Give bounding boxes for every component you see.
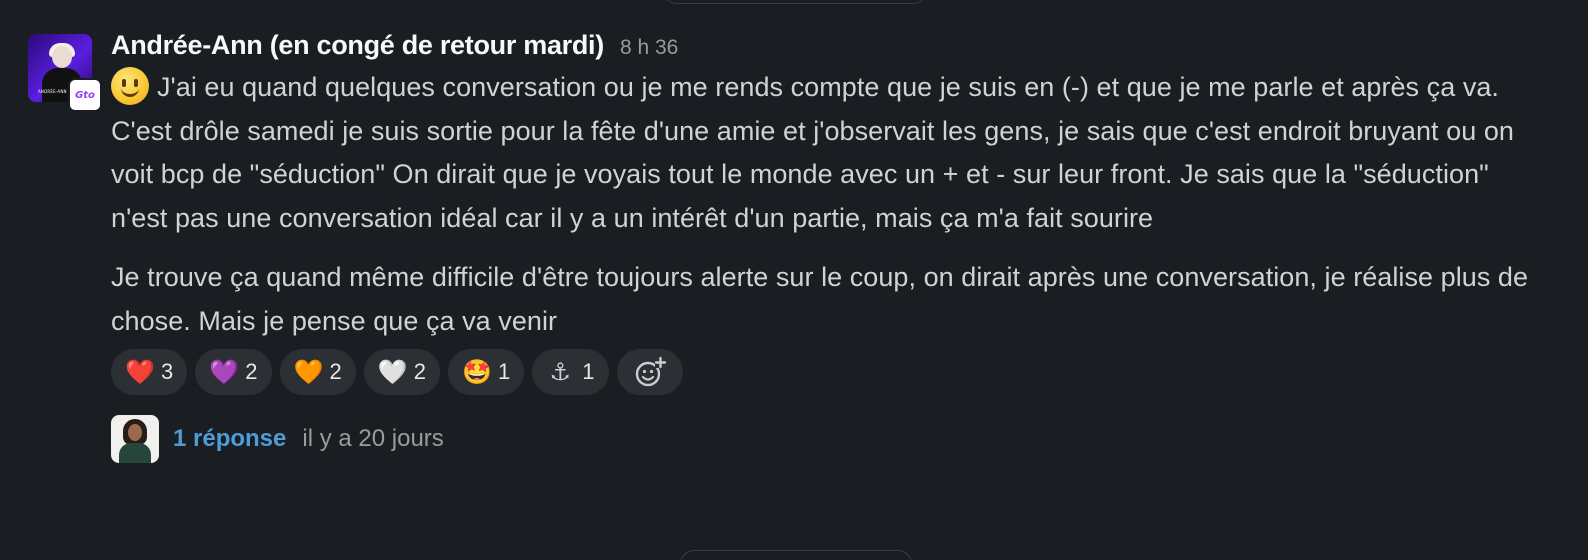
date-divider-pill-bottom[interactable] xyxy=(680,550,912,560)
message-content: Andrée-Ann (en congé de retour mardi) 8 … xyxy=(111,30,1551,463)
reaction-bar: ❤️ 3 💜 2 🧡 2 🤍 2 🤩 1 ⚓ 1 xyxy=(111,349,1551,395)
reaction-count: 1 xyxy=(582,359,595,384)
thread-summary[interactable]: 1 réponse il y a 20 jours xyxy=(111,415,1551,463)
author-name[interactable]: Andrée-Ann (en congé de retour mardi) xyxy=(111,30,604,61)
slightly-smiling-face-icon xyxy=(111,67,149,105)
reaction-count: 3 xyxy=(161,359,174,384)
author-avatar-group[interactable]: ANDRÉE-ANN Gto xyxy=(28,34,102,112)
workspace-badge-icon: Gto xyxy=(68,78,102,112)
reaction-purple-heart[interactable]: 💜 2 xyxy=(195,349,272,395)
message-paragraph-3: Je trouve ça quand même difficile d'être… xyxy=(111,262,1529,336)
avatar-face xyxy=(128,424,142,441)
reply-author-avatar[interactable] xyxy=(111,415,159,463)
reply-count-link[interactable]: 1 réponse xyxy=(173,425,286,453)
message-paragraph-2: C'est drôle samedi je suis sortie pour l… xyxy=(111,115,1514,233)
avatar-head xyxy=(52,46,72,68)
reaction-anchor[interactable]: ⚓ 1 xyxy=(532,349,609,395)
date-divider-pill[interactable] xyxy=(665,0,925,4)
last-reply-time: il y a 20 jours xyxy=(302,425,444,452)
add-reaction-icon xyxy=(635,356,666,387)
white-heart-icon: 🤍 xyxy=(377,358,408,386)
message-body: J'ai eu quand quelques conversation ou j… xyxy=(111,66,1551,343)
slack-message-view: ANDRÉE-ANN Gto Andrée-Ann (en congé de r… xyxy=(0,0,1588,560)
red-heart-icon: ❤️ xyxy=(125,358,155,386)
reaction-count: 2 xyxy=(245,359,258,384)
add-reaction-button[interactable] xyxy=(616,349,683,395)
reaction-white-heart[interactable]: 🤍 2 xyxy=(363,349,440,395)
purple-heart-icon: 💜 xyxy=(209,358,240,386)
reaction-count: 1 xyxy=(498,359,511,384)
star-struck-icon: 🤩 xyxy=(462,358,492,386)
message-paragraph-1: J'ai eu quand quelques conversation ou j… xyxy=(111,66,1551,110)
message-timestamp[interactable]: 8 h 36 xyxy=(620,36,678,60)
avatar-body xyxy=(119,443,151,463)
reaction-orange-heart[interactable]: 🧡 2 xyxy=(279,349,356,395)
reaction-red-heart[interactable]: ❤️ 3 xyxy=(111,349,188,395)
reaction-count: 2 xyxy=(413,359,426,384)
message-text-1: J'ai eu quand quelques conversation ou j… xyxy=(157,72,1499,102)
anchor-icon: ⚓ xyxy=(549,358,571,386)
reaction-star-struck[interactable]: 🤩 1 xyxy=(448,349,525,395)
reaction-count: 2 xyxy=(329,359,342,384)
message-header: Andrée-Ann (en congé de retour mardi) 8 … xyxy=(111,30,1551,66)
orange-heart-icon: 🧡 xyxy=(293,358,324,386)
